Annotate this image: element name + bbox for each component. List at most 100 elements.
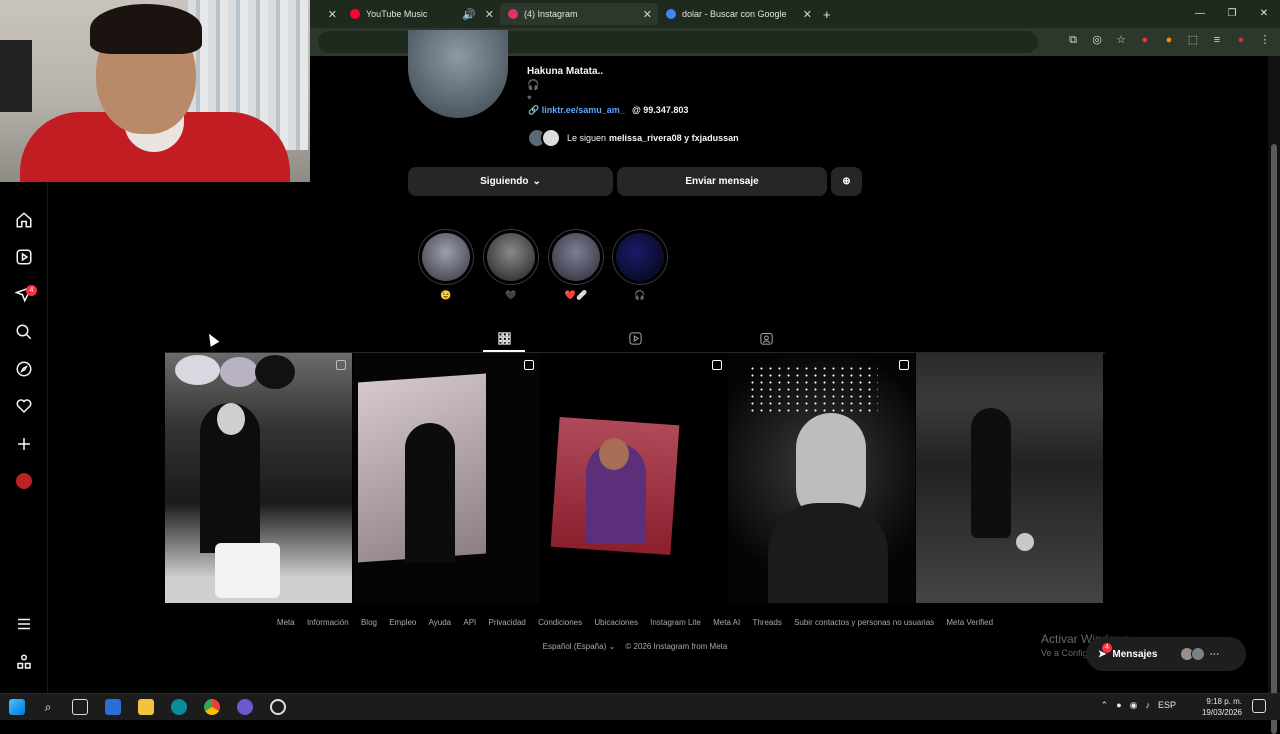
chevron-up-icon[interactable]: ⌃ [1101,700,1109,711]
highlight-2[interactable] [483,229,539,285]
tab-title: (4) Instagram [524,9,578,19]
close-icon[interactable]: ✕ [485,8,494,21]
eye-off-icon[interactable]: ◎ [1090,33,1104,47]
volume-icon[interactable]: ♪ [1145,700,1150,711]
new-tab-button[interactable]: + [823,3,837,25]
network-icon[interactable]: ◉ [1130,700,1138,711]
edge-icon[interactable] [171,699,187,715]
menu-icon[interactable]: ⋮ [1258,33,1272,47]
footer-link[interactable]: Condiciones [538,618,582,627]
notification-badge: 4 [26,285,37,296]
app-icon[interactable] [237,699,253,715]
notifications-icon[interactable] [1252,699,1266,713]
footer-link[interactable]: Subir contactos y personas no usuarias [794,618,934,627]
close-icon[interactable]: ✕ [803,8,812,21]
footer-link[interactable]: Meta [277,618,295,627]
toolbar-icons: ⧉ ◎ ☆ ● ● ⬚ ≡ ● ⋮ [1066,33,1272,47]
footer-link[interactable]: Blog [361,618,377,627]
footer-link[interactable]: Threads [752,618,781,627]
link-text[interactable]: linktr.ee/samu_am_ [542,105,625,115]
footer-link[interactable]: Meta Verified [946,618,993,627]
suggested-users-button[interactable]: ⊕ [831,167,862,196]
create-plus-icon[interactable] [14,434,34,454]
heart-icon[interactable] [14,396,34,416]
tab-reels[interactable] [625,328,645,348]
bio-name: Hakuna Matata.. [527,66,604,77]
following-button[interactable]: Siguiendo ⌄ [408,167,613,196]
close-icon[interactable]: ✕ [643,8,652,21]
profile-picture[interactable] [408,30,508,118]
footer-link[interactable]: Información [307,618,349,627]
post-birthday[interactable] [165,353,352,603]
tab-google[interactable]: dolar - Buscar con Google ✕ [666,3,814,25]
highlight-3[interactable] [548,229,604,285]
home-icon[interactable] [14,210,34,230]
clock[interactable]: 9:18 p. m. 19/03/2026 [1202,696,1242,718]
bio-link[interactable]: 🔗 linktr.ee/samu_am_ [528,105,625,116]
bookmark-star-icon[interactable]: ☆ [1114,33,1128,47]
close-window-icon[interactable]: ✕ [1248,0,1280,28]
followed-by[interactable]: Le siguen melissa_rivera08 y fxjadussan [527,127,739,149]
highlight-1[interactable] [418,229,474,285]
language-select[interactable]: Español (España) [543,642,607,651]
page-scrollbar[interactable] [1268,56,1280,734]
windows-taskbar: ⌕ ⌃ ● ◉ ♪ ESP 9:18 p. m. 19/03/2026 [0,693,1280,720]
extension-orange-icon[interactable]: ● [1162,33,1176,47]
profile-avatar[interactable]: ● [1234,33,1248,47]
obs-icon[interactable] [270,699,286,715]
tab-tagged[interactable] [756,328,776,348]
chevron-down-icon: ⌄ [532,176,541,187]
footer-link[interactable]: Empleo [389,618,416,627]
speaker-icon[interactable]: 🔊 [462,8,476,21]
footer-link[interactable]: Privacidad [489,618,526,627]
footer-link[interactable]: Ubicaciones [594,618,638,627]
store-icon[interactable] [105,699,121,715]
highlight-4[interactable] [612,229,668,285]
send-message-button[interactable]: Enviar mensaje [617,167,827,196]
post-silhouette[interactable] [353,353,540,603]
post-mic-bw[interactable] [728,353,915,603]
language-indicator[interactable]: ESP [1158,700,1176,711]
threads-badge[interactable]: @ 99.347.803 [632,105,688,115]
install-icon[interactable]: ⧉ [1066,33,1080,47]
footer-link[interactable]: API [463,618,476,627]
post-football[interactable] [916,353,1103,603]
footer-link[interactable]: Ayuda [429,618,452,627]
extension-red-icon[interactable]: ● [1138,33,1152,47]
multiple-posts-icon [524,360,534,370]
reels-icon[interactable] [14,247,34,267]
post-singer[interactable] [541,353,728,603]
microphone-icon[interactable]: ● [1116,700,1121,711]
webcam-overlay [0,0,310,182]
profile-avatar[interactable] [14,471,34,491]
messages-badge: 4 [1102,643,1112,653]
restore-icon[interactable]: ❐ [1216,0,1248,28]
minimize-icon[interactable]: — [1184,0,1216,28]
close-icon[interactable]: ✕ [328,8,337,21]
footer-links: Meta Información Blog Empleo Ayuda API P… [0,618,1270,627]
footer-link[interactable]: Meta AI [713,618,740,627]
active-tab-indicator [483,350,525,352]
file-explorer-icon[interactable] [138,699,154,715]
tab-partial[interactable]: ✕ [309,3,339,25]
tab-youtube-music[interactable]: YouTube Music 🔊 ✕ [350,3,496,25]
footer-link[interactable]: Instagram Lite [650,618,701,627]
search-icon[interactable]: ⌕ [40,699,56,715]
chrome-icon[interactable] [204,699,220,715]
start-icon[interactable] [9,699,25,715]
extensions-icon[interactable]: ⬚ [1186,33,1200,47]
explore-icon[interactable] [14,359,34,379]
task-view-icon[interactable] [72,699,88,715]
also-from-meta-icon[interactable] [14,652,34,672]
followed-by-names[interactable]: melissa_rivera08 y fxjadussan [609,133,739,143]
mouse-cursor-icon [204,331,220,347]
messages-pill[interactable]: ➤ Mensajes ⋯ [1086,637,1246,671]
google-icon [666,9,676,19]
tab-instagram[interactable]: (4) Instagram ✕ [500,3,658,25]
tab-posts[interactable] [494,328,514,348]
window-controls: — ❐ ✕ [1184,0,1280,28]
monitor [0,40,32,112]
scroll-thumb[interactable] [1271,144,1277,734]
media-icon[interactable]: ≡ [1210,33,1224,47]
search-icon[interactable] [14,322,34,342]
